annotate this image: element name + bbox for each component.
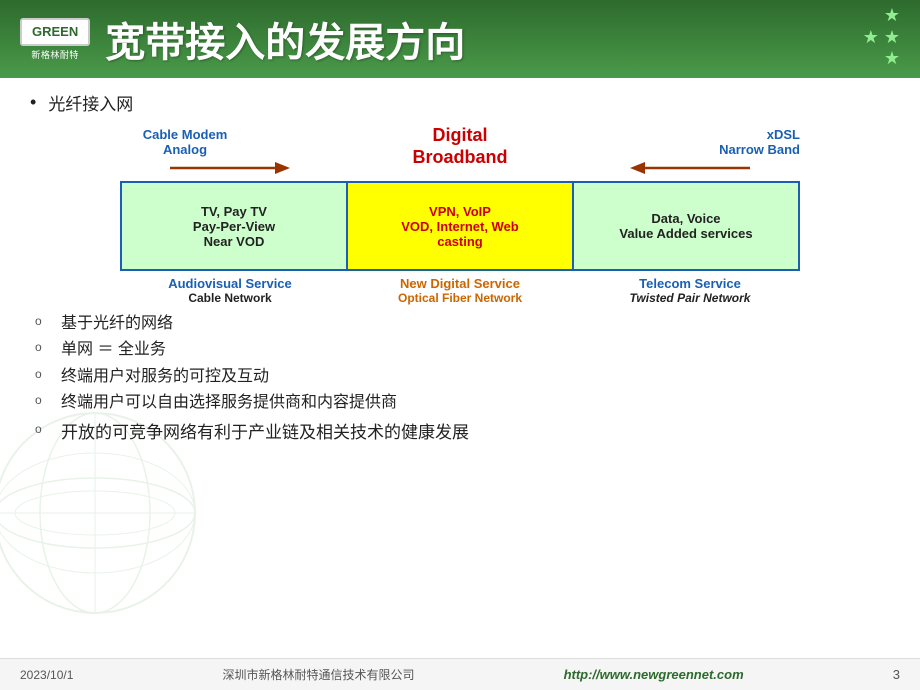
list-item: o 基于光纤的网络 <box>35 313 890 335</box>
first-bullet-text: 光纤接入网 <box>48 90 133 115</box>
optical-fiber-label: Optical Fiber Network <box>398 291 522 305</box>
bullet-text-2: 单网 ＝ 全业务 <box>61 339 166 361</box>
star-icon: ★ ★ <box>863 27 900 49</box>
new-digital-service-label: New Digital Service <box>400 276 520 291</box>
footer: 2023/10/1 深圳市新格林耐特通信技术有限公司 http://www.ne… <box>0 658 920 690</box>
bullet-list: o 基于光纤的网络 o 单网 ＝ 全业务 o 终端用户对服务的可控及互动 o 终… <box>30 313 890 444</box>
main-bullet: • 光纤接入网 <box>30 90 890 115</box>
analog-label: Analog <box>125 142 245 157</box>
right-arrow-icon <box>630 159 750 177</box>
bullet-icon: • <box>30 92 36 113</box>
xdsl-label: xDSL <box>680 127 800 142</box>
telecom-box: Data, Voice Value Added services <box>574 183 798 269</box>
narrow-band-label: Narrow Band <box>680 142 800 157</box>
main-content: • 光纤接入网 Cable Modem Analog Digital Broad… <box>0 78 920 658</box>
footer-company: 深圳市新格林耐特通信技术有限公司 <box>222 666 414 683</box>
footer-page: 3 <box>893 667 900 682</box>
digital-box: VPN, VoIP VOD, Internet, Web casting <box>348 183 574 269</box>
circle-bullet-icon: o <box>35 340 49 354</box>
circle-bullet-icon: o <box>35 367 49 381</box>
circle-bullet-icon: o <box>35 314 49 328</box>
list-item: o 开放的可竞争网络有利于产业链及相关技术的健康发展 <box>35 421 890 445</box>
list-item: o 终端用户对服务的可控及互动 <box>35 366 890 388</box>
telecom-service-label: Telecom Service <box>639 276 741 291</box>
audiovisual-service-label: Audiovisual Service <box>168 276 292 291</box>
bullet-text-1: 基于光纤的网络 <box>61 313 173 335</box>
bullet-text-4: 终端用户可以自由选择服务提供商和内容提供商 <box>61 392 397 414</box>
list-item: o 单网 ＝ 全业务 <box>35 339 890 361</box>
list-item: o 终端用户可以自由选择服务提供商和内容提供商 <box>35 392 890 414</box>
audiovisual-box: TV, Pay TV Pay-Per-View Near VOD <box>122 183 348 269</box>
star-icon: ★ <box>884 48 900 70</box>
bottom-right-group: Telecom Service Twisted Pair Network <box>580 276 800 305</box>
service-boxes: TV, Pay TV Pay-Per-View Near VOD VPN, Vo… <box>120 181 800 271</box>
diagram-bottom-labels: Audiovisual Service Cable Network New Di… <box>120 276 800 305</box>
circle-bullet-icon: o <box>35 422 49 436</box>
star-icon: ★ <box>884 5 900 27</box>
cable-network-label: Cable Network <box>188 291 271 305</box>
telecom-box-text: Data, Voice Value Added services <box>619 211 752 241</box>
audiovisual-box-text: TV, Pay TV Pay-Per-View Near VOD <box>193 204 275 249</box>
digital-box-text: VPN, VoIP VOD, Internet, Web casting <box>401 204 519 249</box>
circle-bullet-icon: o <box>35 393 49 407</box>
content-inner: • 光纤接入网 Cable Modem Analog Digital Broad… <box>30 90 890 444</box>
bottom-center-group: New Digital Service Optical Fiber Networ… <box>350 276 570 305</box>
bottom-left-group: Audiovisual Service Cable Network <box>120 276 340 305</box>
digital-broadband-label: Digital Broadband <box>412 125 507 168</box>
logo-sub: 新格林耐特 <box>31 48 79 61</box>
bullet-text-3: 终端用户对服务的可控及互动 <box>61 366 269 388</box>
bullet-text-5: 开放的可竞争网络有利于产业链及相关技术的健康发展 <box>61 421 469 445</box>
footer-url: http://www.newgreennet.com <box>564 667 744 682</box>
twisted-pair-label: Twisted Pair Network <box>630 291 751 305</box>
header: GREEN 新格林耐特 宽带接入的发展方向 ★ ★ ★ ★ <box>0 0 920 78</box>
decorative-stars: ★ ★ ★ ★ <box>863 5 900 70</box>
cable-modem-label: Cable Modem <box>125 127 245 142</box>
diagram-top-labels: Cable Modem Analog Digital Broadband xDS… <box>120 127 800 157</box>
logo-text: GREEN <box>28 23 82 40</box>
page-title: 宽带接入的发展方向 <box>105 10 465 68</box>
diagram: Cable Modem Analog Digital Broadband xDS… <box>30 127 890 305</box>
left-arrow-icon <box>170 159 290 177</box>
footer-date: 2023/10/1 <box>20 668 73 682</box>
logo: GREEN 新格林耐特 <box>20 18 90 61</box>
